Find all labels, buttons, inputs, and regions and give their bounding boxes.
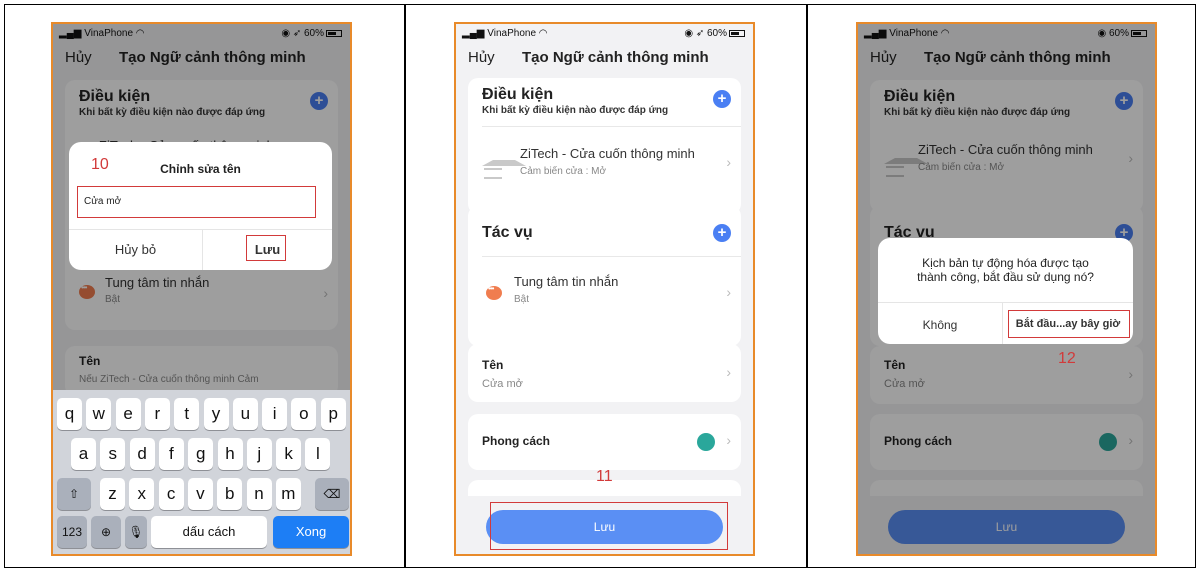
key-f[interactable]: f — [158, 438, 184, 470]
page-title: Tạo Ngữ cảnh thông minh — [522, 49, 709, 66]
chevron-right-icon[interactable]: › — [726, 364, 731, 380]
separator — [482, 256, 741, 257]
confirm-dialog: Kịch bản tự động hóa được tạo thành công… — [878, 238, 1133, 344]
key-w[interactable]: w — [86, 398, 112, 430]
name-value: Cửa mở — [482, 378, 523, 390]
key-q[interactable]: q — [57, 398, 82, 430]
panel-divider — [404, 4, 406, 568]
key-n[interactable]: n — [246, 478, 272, 510]
step-number-11: 11 — [596, 468, 613, 485]
add-task-icon[interactable]: + — [713, 224, 731, 242]
task-action-state: Bật — [514, 294, 530, 305]
phone-screen-confirm: ▂▄▆ VinaPhone ◠ ◉ 60% Hủy Tạo Ngữ cảnh t… — [856, 22, 1157, 556]
backspace-key-icon[interactable]: ⌫ — [315, 478, 349, 510]
battery-icon — [729, 29, 745, 37]
phone-screen-edit-name: ▂▄▆ VinaPhone ◠ ◉ ➶ 60% Hủy Tạo Ngữ cảnh… — [51, 22, 352, 556]
phone-screen-save: ▂▄▆ VinaPhone ◠ ◉ ➶ 60% Hủy Tạo Ngữ cảnh… — [454, 22, 755, 556]
key-h[interactable]: h — [217, 438, 243, 470]
edit-name-dialog: 10 Chỉnh sửa tên Cửa mở Hủy bỏ Lưu — [69, 142, 332, 270]
condition-device-name[interactable]: ZiTech - Cửa cuốn thông minh — [520, 146, 695, 161]
conditions-card: Điều kiện Khi bất kỳ điều kiện nào được … — [468, 78, 741, 214]
location-icon: ◉ ➶ — [684, 28, 705, 39]
key-l[interactable]: l — [305, 438, 331, 470]
key-g[interactable]: g — [188, 438, 214, 470]
name-label: Tên — [482, 358, 504, 372]
chevron-right-icon[interactable]: › — [726, 432, 731, 448]
separator — [482, 126, 741, 127]
key-x[interactable]: x — [129, 478, 155, 510]
panel-divider — [806, 4, 808, 568]
key-a[interactable]: a — [71, 438, 96, 470]
key-k[interactable]: k — [276, 438, 302, 470]
add-condition-icon[interactable]: + — [713, 90, 731, 108]
key-j[interactable]: j — [246, 438, 272, 470]
style-label: Phong cách — [482, 434, 551, 448]
highlight-box — [246, 235, 286, 261]
rolling-shutter-icon — [482, 160, 526, 179]
key-b[interactable]: b — [217, 478, 243, 510]
globe-key-icon[interactable]: ⊕ — [91, 516, 121, 548]
task-action-name[interactable]: Tung tâm tin nhắn — [514, 274, 618, 289]
done-key[interactable]: Xong — [273, 516, 349, 548]
key-r[interactable]: r — [144, 398, 170, 430]
message-icon — [486, 284, 502, 300]
name-card[interactable]: Tên Cửa mở › — [468, 344, 741, 402]
key-m[interactable]: m — [275, 478, 301, 510]
key-y[interactable]: y — [203, 398, 229, 430]
condition-device-state: Cảm biến cửa : Mở — [520, 166, 607, 177]
key-p[interactable]: p — [320, 398, 346, 430]
edit-dialog-title: Chỉnh sửa tên — [160, 162, 241, 176]
step-number-12: 12 — [1058, 350, 1076, 367]
nav-bar: Hủy Tạo Ngữ cảnh thông minh — [456, 44, 753, 74]
carrier-label: VinaPhone — [487, 28, 536, 39]
key-u[interactable]: u — [232, 398, 258, 430]
numbers-key[interactable]: 123 — [57, 516, 87, 548]
cancel-edit-button[interactable]: Hủy bỏ — [69, 242, 202, 257]
dialog-divider — [878, 302, 1133, 303]
dialog-divider — [69, 229, 332, 230]
key-o[interactable]: o — [291, 398, 317, 430]
status-bar: ▂▄▆ VinaPhone ◠ ◉ ➶ 60% — [456, 24, 753, 42]
confirm-message-line1: Kịch bản tự động hóa được tạo — [922, 256, 1089, 270]
space-key[interactable]: dấu cách — [151, 516, 267, 548]
tasks-title: Tác vụ — [482, 224, 533, 241]
conditions-title: Điều kiện — [482, 86, 554, 103]
key-e[interactable]: e — [115, 398, 141, 430]
keyboard: q w e r t y u i o p a s d f g h j k l ⇧ z x c v b n m ⌫ 123 ⊕ 🎙 dấu các… — [53, 390, 350, 554]
no-button[interactable]: Không — [878, 318, 1002, 332]
name-input[interactable]: Cửa mở — [77, 186, 316, 218]
key-i[interactable]: i — [262, 398, 288, 430]
chevron-right-icon[interactable]: › — [726, 284, 731, 300]
key-t[interactable]: t — [174, 398, 200, 430]
battery-label: 60% — [706, 28, 727, 39]
key-s[interactable]: s — [100, 438, 126, 470]
confirm-message-line2: thành công, bắt đầu sử dụng nó? — [917, 270, 1094, 284]
highlight-box — [1008, 310, 1130, 338]
tasks-card: Tác vụ + Tung tâm tin nhắn Bật › — [468, 206, 741, 346]
shift-key-icon[interactable]: ⇧ — [57, 478, 91, 510]
highlight-box — [490, 502, 728, 550]
style-color-swatch[interactable] — [697, 433, 715, 451]
key-v[interactable]: v — [187, 478, 213, 510]
style-card[interactable]: Phong cách › — [468, 414, 741, 470]
key-d[interactable]: d — [129, 438, 155, 470]
cancel-button[interactable]: Hủy — [468, 49, 495, 66]
wifi-icon: ◠ — [538, 28, 548, 39]
microphone-key-icon[interactable]: 🎙 — [125, 516, 147, 548]
conditions-subtitle[interactable]: Khi bất kỳ điều kiện nào được đáp ứng — [482, 105, 668, 116]
chevron-right-icon[interactable]: › — [726, 154, 731, 170]
key-z[interactable]: z — [100, 478, 125, 510]
key-c[interactable]: c — [158, 478, 184, 510]
